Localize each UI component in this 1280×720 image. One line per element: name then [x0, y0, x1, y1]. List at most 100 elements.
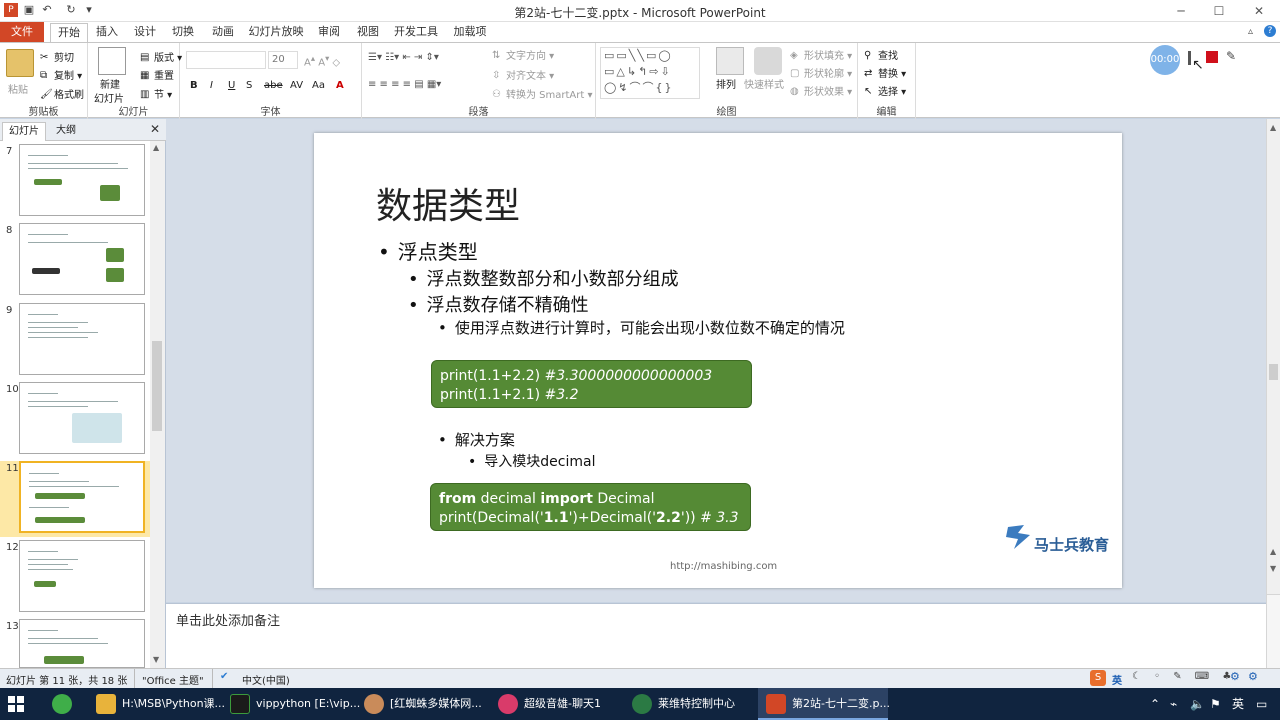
tab-animations[interactable]: 动画: [208, 22, 238, 42]
minimize-ribbon-icon[interactable]: ▵: [1248, 26, 1253, 37]
scroll-up-icon[interactable]: ▲: [153, 143, 159, 152]
arrange-icon[interactable]: [716, 47, 744, 75]
taskbar-item-pycharm[interactable]: vippython [E:\vip...: [222, 688, 360, 720]
notes-pane[interactable]: 单击此处添加备注: [166, 603, 1266, 668]
close-icon[interactable]: ✕: [1244, 2, 1274, 20]
volume-icon[interactable]: 🔈: [1190, 688, 1205, 720]
tray-chevron-icon[interactable]: ⌃: [1150, 688, 1160, 720]
cut-button[interactable]: ✂ 剪切: [40, 49, 74, 64]
notes-placeholder[interactable]: 单击此处添加备注: [176, 610, 280, 629]
quick-styles-button[interactable]: 快速样式: [744, 76, 784, 91]
next-slide-icon[interactable]: ▼: [1270, 564, 1276, 573]
bullets-icon[interactable]: ☰▾ ☷▾ ⇤ ⇥ ⇕▾: [368, 52, 439, 63]
browser-icon[interactable]: [52, 694, 72, 714]
panel-scrollbar[interactable]: ▲ ▼: [150, 141, 165, 668]
tab-file[interactable]: 文件: [0, 22, 44, 42]
ime-language[interactable]: 英: [1112, 672, 1122, 687]
tab-transitions[interactable]: 切换: [168, 22, 198, 42]
minimize-icon[interactable]: ─: [1166, 2, 1196, 20]
notes-scrollbar[interactable]: [1267, 594, 1280, 668]
section-button[interactable]: ▥ 节 ▾: [140, 86, 172, 101]
language-indicator[interactable]: 中文(中国): [242, 672, 290, 687]
copy-button[interactable]: ⧉ 复制 ▾: [40, 67, 82, 82]
taskbar-item-powerpoint[interactable]: 第2站-七十二变.p...: [758, 688, 890, 720]
shape-effects-button[interactable]: ◍ 形状效果 ▾: [790, 83, 852, 98]
ime-skin-icon[interactable]: ⚙: [1230, 670, 1240, 683]
pause-icon[interactable]: [1188, 51, 1191, 65]
smartart-button[interactable]: ⚇ 转换为 SmartArt ▾: [492, 86, 593, 101]
paste-icon[interactable]: [6, 49, 34, 77]
code-block-decimal[interactable]: from decimal import Decimal print(Decima…: [430, 483, 751, 531]
quick-styles-icon[interactable]: [754, 47, 782, 75]
flag-icon[interactable]: ⚑: [1210, 688, 1221, 720]
maximize-icon[interactable]: ☐: [1204, 2, 1234, 20]
replace-button[interactable]: ⇄ 替换 ▾: [864, 65, 906, 80]
slide-thumbnail[interactable]: 12: [0, 540, 150, 616]
tab-developer[interactable]: 开发工具: [392, 22, 440, 42]
tray-ime-indicator[interactable]: 英: [1232, 688, 1244, 720]
tab-home[interactable]: 开始: [50, 23, 88, 42]
slide-scroll-thumb[interactable]: [1269, 364, 1278, 380]
text-direction-button[interactable]: ⇅ 文字方向 ▾: [492, 47, 554, 62]
new-slide-label-1[interactable]: 新建: [100, 76, 120, 91]
help-icon[interactable]: ?: [1264, 25, 1276, 37]
font-color-icon[interactable]: A: [336, 80, 344, 91]
windows-start-icon[interactable]: [8, 696, 24, 712]
ime-toolbar-icons[interactable]: ☾ ◦ ✎ ⌨ ♣: [1132, 671, 1236, 682]
select-button[interactable]: ↖ 选择 ▾: [864, 83, 906, 98]
font-size-select[interactable]: 20: [268, 51, 298, 69]
strikethrough-icon[interactable]: abe: [264, 80, 283, 91]
shape-outline-button[interactable]: ▢ 形状轮廓 ▾: [790, 65, 852, 80]
format-painter-button[interactable]: 🖌格式刷: [40, 86, 84, 101]
close-panel-icon[interactable]: ✕: [150, 122, 160, 136]
tab-design[interactable]: 设计: [130, 22, 160, 42]
network-icon[interactable]: ⌁: [1170, 688, 1177, 720]
layout-button[interactable]: ▤ 版式 ▾: [140, 49, 182, 64]
spellcheck-icon[interactable]: ✔: [220, 671, 228, 682]
prev-slide-icon[interactable]: ▲: [1270, 547, 1276, 556]
tab-addins[interactable]: 加载项: [450, 22, 490, 42]
shape-fill-button[interactable]: ◈ 形状填充 ▾: [790, 47, 852, 62]
code-block-float[interactable]: print(1.1+2.2) #3.3000000000000003 print…: [431, 360, 752, 408]
stop-icon[interactable]: [1206, 51, 1218, 63]
taskbar-item-control-center[interactable]: 莱维特控制中心: [624, 688, 754, 720]
font-family-select[interactable]: [186, 51, 266, 69]
tab-outline[interactable]: 大纲: [50, 122, 82, 141]
current-slide[interactable]: 数据类型 • 浮点类型 • 浮点数整数部分和小数部分组成 • 浮点数存储不精确性 • 使…: [314, 133, 1122, 588]
slide-thumbnail[interactable]: 7: [0, 144, 150, 220]
scroll-up-icon[interactable]: ▲: [1270, 123, 1276, 132]
shadow-icon[interactable]: S: [246, 80, 252, 91]
find-button[interactable]: ⚲ 查找: [864, 47, 898, 62]
tab-view[interactable]: 视图: [353, 22, 383, 42]
slide-title[interactable]: 数据类型: [376, 177, 520, 229]
scroll-down-icon[interactable]: ▼: [153, 655, 159, 664]
pen-icon[interactable]: ✎: [1226, 49, 1236, 63]
ime-logo-icon[interactable]: S: [1090, 670, 1106, 686]
taskbar-item-classroom[interactable]: [红蜘蛛多媒体网...: [356, 688, 486, 720]
taskbar-item-explorer[interactable]: H:\MSB\Python课...: [88, 688, 225, 720]
char-spacing-icon[interactable]: AV: [290, 80, 303, 91]
underline-icon[interactable]: U: [228, 80, 235, 91]
tab-insert[interactable]: 插入: [92, 22, 122, 42]
tab-slideshow[interactable]: 幻灯片放映: [248, 22, 304, 42]
reset-button[interactable]: ▦ 重置: [140, 67, 174, 82]
recording-timer[interactable]: 00:00: [1150, 45, 1180, 75]
slide-thumbnail-selected[interactable]: 11: [0, 461, 150, 537]
shapes-gallery[interactable]: ▭▭╲╲▭◯ ▭△↳↰⇨⇩ ◯↯⌒⌒{}: [600, 47, 700, 99]
tab-slides[interactable]: 幻灯片: [2, 122, 46, 141]
notification-icon[interactable]: ▭: [1256, 688, 1267, 720]
align-text-button[interactable]: ⇳ 对齐文本 ▾: [492, 67, 554, 82]
new-slide-icon[interactable]: [98, 47, 126, 75]
paste-button[interactable]: 粘贴: [8, 81, 28, 96]
change-case-icon[interactable]: Aa: [312, 80, 325, 91]
slide-thumbnail[interactable]: 10: [0, 382, 150, 458]
tab-review[interactable]: 审阅: [314, 22, 344, 42]
slide-scrollbar[interactable]: ▲ ▲ ▼: [1266, 119, 1280, 668]
slide-thumbnail[interactable]: 9: [0, 303, 150, 379]
panel-scroll-thumb[interactable]: [152, 341, 162, 431]
italic-icon[interactable]: I: [210, 80, 213, 91]
ime-settings-icon[interactable]: ⚙: [1248, 670, 1258, 683]
align-icons[interactable]: ≡ ≡ ≡ ≡ ▤ ▦▾: [368, 79, 441, 90]
grow-font-icon[interactable]: A▴ A▾ ◇: [304, 53, 340, 68]
taskbar-item-chat[interactable]: 超级音雄-聊天1: [490, 688, 620, 720]
